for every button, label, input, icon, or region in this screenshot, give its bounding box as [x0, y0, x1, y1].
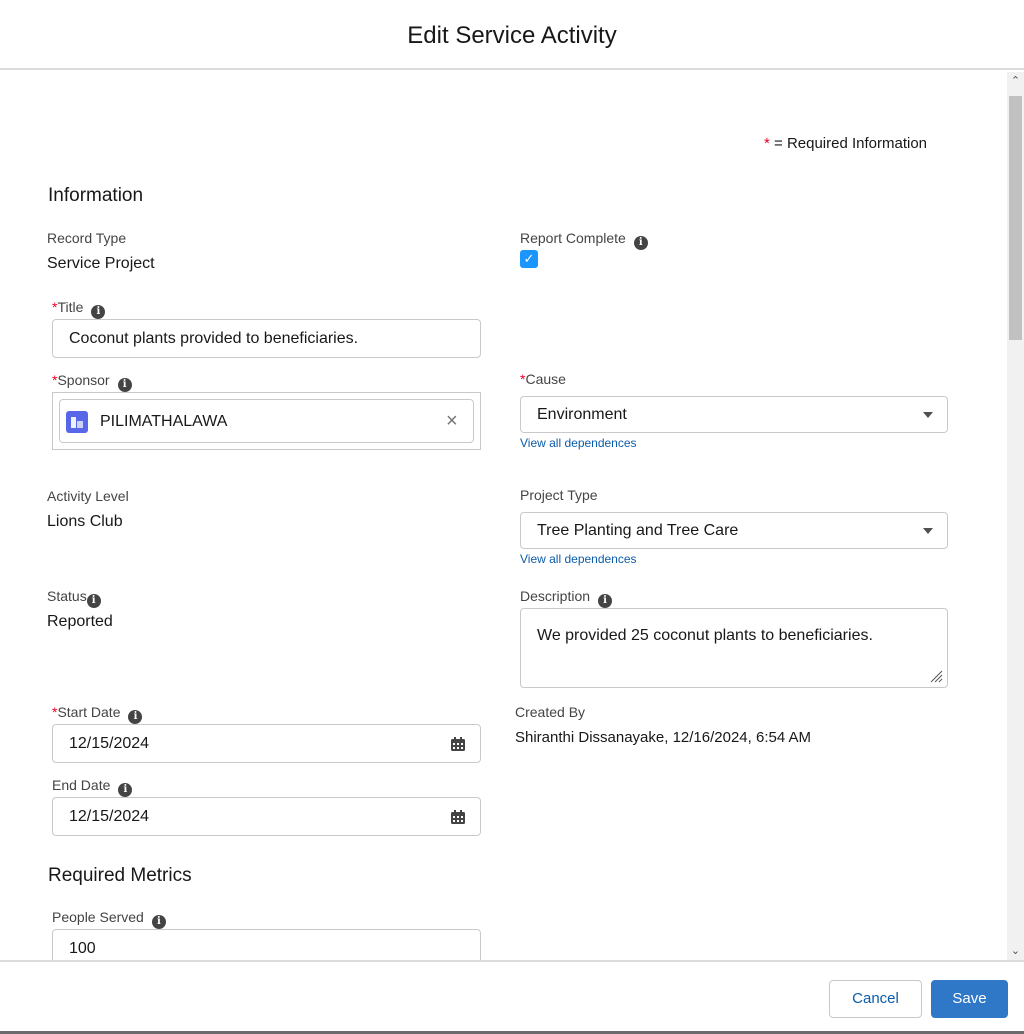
calendar-icon[interactable]: [450, 809, 466, 825]
calendar-icon[interactable]: [450, 736, 466, 752]
info-icon[interactable]: i: [151, 915, 166, 929]
status-label-text: Status: [47, 588, 87, 604]
record-type-label: Record Type: [47, 230, 127, 246]
sponsor-lookup-wrapper: PILIMATHALAWA ×: [52, 392, 481, 450]
people-served-label: People Served i: [52, 909, 166, 929]
project-type-select[interactable]: Tree Planting and Tree Care: [520, 512, 948, 549]
required-star: *: [764, 135, 770, 152]
info-icon[interactable]: i: [91, 305, 106, 319]
scroll-thumb[interactable]: [1009, 96, 1022, 340]
cancel-button[interactable]: Cancel: [829, 980, 922, 1018]
description-label-text: Description: [520, 588, 591, 604]
activity-level-label: Activity Level: [47, 488, 129, 504]
cause-select-value: Environment: [537, 405, 627, 423]
created-by-label: Created By: [515, 704, 586, 720]
scroll-up-icon[interactable]: ⌃: [1007, 72, 1024, 90]
modal-body: * = Required Information Information Rec…: [0, 72, 1008, 960]
cause-label-text: Cause: [525, 371, 566, 387]
end-date-value: 12/15/2024: [69, 807, 150, 825]
status-value: Reported: [47, 613, 113, 630]
title-label: *Title i: [52, 299, 106, 319]
info-icon[interactable]: i: [128, 710, 143, 724]
clear-icon[interactable]: ×: [446, 410, 458, 433]
record-type-value: Service Project: [47, 255, 155, 272]
sponsor-pill[interactable]: PILIMATHALAWA ×: [59, 399, 474, 443]
chevron-down-icon: [923, 527, 933, 534]
status-label: Status i: [47, 588, 101, 608]
modal-footer: Cancel Save: [0, 960, 1024, 1034]
cause-select[interactable]: Environment: [520, 396, 948, 433]
people-served-label-text: People Served: [52, 909, 144, 925]
modal-title: Edit Service Activity: [407, 22, 617, 49]
end-date-input[interactable]: 12/15/2024: [52, 797, 481, 836]
save-button[interactable]: Save: [931, 980, 1008, 1018]
title-label-text: Title: [57, 299, 84, 315]
info-icon[interactable]: i: [86, 594, 101, 608]
start-date-label: *Start Date i: [52, 704, 143, 724]
sponsor-label: *Sponsor i: [52, 372, 132, 392]
report-complete-label-text: Report Complete: [520, 230, 626, 246]
info-icon[interactable]: i: [118, 783, 133, 797]
check-icon: ✓: [523, 251, 535, 266]
start-date-label-text: Start Date: [57, 704, 121, 720]
activity-level-value: Lions Club: [47, 513, 123, 530]
scrollbar[interactable]: ⌃ ⌄: [1007, 72, 1024, 960]
description-textarea[interactable]: We provided 25 coconut plants to benefic…: [520, 608, 948, 688]
sponsor-label-text: Sponsor: [57, 372, 110, 388]
scroll-down-icon[interactable]: ⌄: [1007, 942, 1024, 960]
info-icon[interactable]: i: [598, 594, 613, 608]
info-icon[interactable]: i: [117, 378, 132, 392]
required-legend-text: = Required Information: [774, 135, 928, 152]
people-served-value: 100: [69, 939, 96, 957]
project-type-view-dependences-link[interactable]: View all dependences: [520, 552, 637, 566]
cause-label: *Cause: [520, 371, 566, 387]
people-served-input[interactable]: 100: [52, 929, 481, 960]
project-type-label: Project Type: [520, 487, 598, 503]
report-complete-checkbox[interactable]: ✓: [520, 250, 538, 268]
project-type-select-value: Tree Planting and Tree Care: [537, 521, 739, 539]
sponsor-value: PILIMATHALAWA: [100, 413, 228, 430]
created-by-value: Shiranthi Dissanayake, 12/16/2024, 6:54 …: [515, 729, 812, 746]
account-icon: [66, 411, 88, 433]
description-value: We provided 25 coconut plants to benefic…: [537, 627, 873, 644]
required-legend: * = Required Information: [764, 135, 927, 152]
report-complete-label: Report Complete i: [520, 230, 648, 250]
info-icon[interactable]: i: [633, 236, 648, 250]
end-date-label-text: End Date: [52, 777, 111, 793]
description-label: Description i: [520, 588, 613, 608]
title-input-value: Coconut plants provided to beneficiaries…: [69, 329, 359, 347]
end-date-label: End Date i: [52, 777, 133, 797]
title-input[interactable]: Coconut plants provided to beneficiaries…: [52, 319, 481, 358]
start-date-input[interactable]: 12/15/2024: [52, 724, 481, 763]
start-date-value: 12/15/2024: [69, 734, 150, 752]
resize-icon[interactable]: [929, 669, 943, 683]
cause-view-dependences-link[interactable]: View all dependences: [520, 436, 637, 450]
section-title-information: Information: [48, 185, 144, 206]
section-title-required-metrics: Required Metrics: [48, 865, 192, 886]
modal-header: Edit Service Activity: [0, 0, 1024, 70]
chevron-down-icon: [923, 411, 933, 418]
